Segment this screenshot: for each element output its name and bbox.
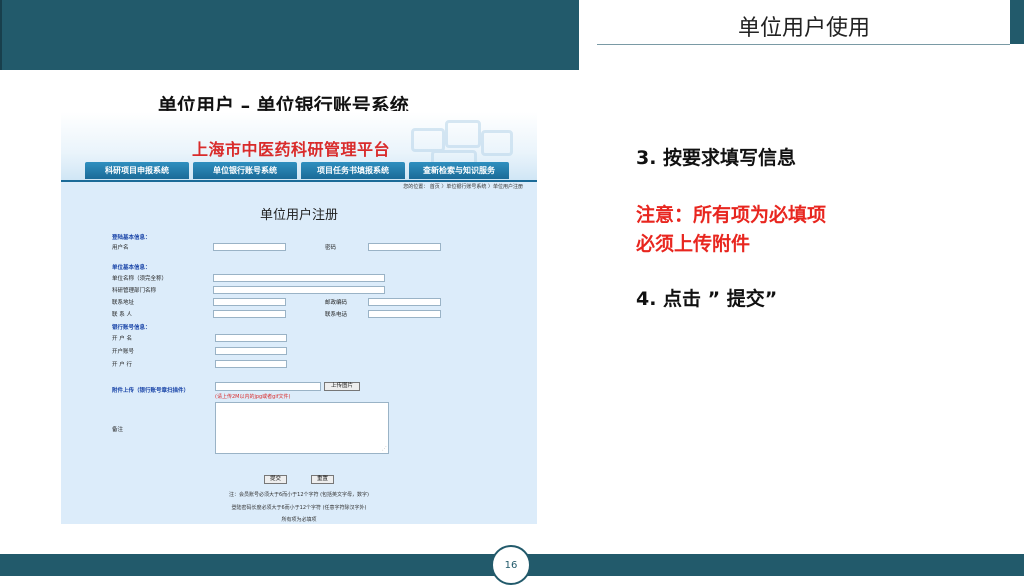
section-bank-label: 银行账号信息： [112, 325, 151, 331]
dept-input[interactable] [213, 286, 385, 294]
submit-button[interactable]: 提交 [264, 475, 287, 484]
account-no-label: 开户账号 [112, 349, 135, 355]
step-4-text: 4. 点击 ” 提交” [636, 288, 778, 310]
postcode-label: 邮政编码 [325, 300, 348, 306]
unit-name-input[interactable] [213, 274, 385, 282]
page-number-badge: 16 [491, 545, 531, 585]
section-unit-label: 单位基本信息： [112, 265, 151, 271]
contact-label: 联 系 人 [112, 312, 132, 318]
username-input[interactable] [213, 243, 286, 251]
banner-decoration [401, 116, 537, 168]
remark-textarea[interactable]: ⋰ [215, 402, 389, 454]
step-3-text: 3. 按要求填写信息 [636, 147, 797, 169]
upload-hint: (请上传2M以内的jpg或者gif文件) [215, 394, 291, 400]
account-no-input[interactable] [215, 347, 287, 355]
phone-input[interactable] [368, 310, 441, 318]
unit-name-label: 单位名称（须完全称） [112, 276, 168, 282]
address-label: 联系地址 [112, 300, 135, 306]
top-right-decor [1010, 0, 1024, 44]
slide-heading: 单位用户 – 单位银行账号系统 [158, 95, 409, 111]
bank-label: 开 户 行 [112, 362, 132, 368]
contact-input[interactable] [213, 310, 286, 318]
resize-grip-icon[interactable]: ⋰ [382, 447, 387, 452]
nav-item-task-book[interactable]: 项目任务书填报系统 [301, 162, 405, 179]
password-input[interactable] [368, 243, 441, 251]
account-name-input[interactable] [215, 334, 287, 342]
postcode-input[interactable] [368, 298, 441, 306]
attachment-label: 附件上传（银行账号章扫描件） [112, 388, 190, 394]
site-nav: 科研项目申报系统 单位银行账号系统 项目任务书填报系统 查新检索与知识服务 [83, 162, 535, 180]
nav-item-search-service[interactable]: 查新检索与知识服务 [409, 162, 509, 179]
breadcrumb: 您的位置： 首页 〉单位银行账号系统 〉单位用户注册 [403, 184, 523, 190]
password-label: 密码 [325, 245, 337, 251]
form-title: 单位用户注册 [259, 208, 338, 223]
note-required: 所有项为必填项 [281, 517, 317, 523]
warning-required-text: 注意：所有项为必填项 [636, 204, 827, 226]
page-number: 16 [504, 560, 518, 571]
note-password-rule: 登陆密码长度必须大于6而小于12个字符 (任意字符除汉字外) [231, 505, 367, 511]
site-title: 上海市中医药科研管理平台 [192, 140, 391, 159]
nav-item-bank-account[interactable]: 单位银行账号系统 [193, 162, 297, 179]
section-login-label: 登陆基本信息： [112, 235, 151, 241]
account-name-label: 开 户 名 [112, 336, 132, 342]
username-label: 用户名 [112, 245, 129, 251]
note-account-rule: 注：会员账号必须大于6而小于12个字符 (包括英文字母，数字) [228, 492, 370, 498]
embedded-screenshot: 上海市中医药科研管理平台 科研项目申报系统 单位银行账号系统 项目任务书填报系统… [61, 112, 537, 524]
bank-input[interactable] [215, 360, 287, 368]
dept-label: 科研管理部门名称 [112, 288, 157, 294]
slide-title-box: 单位用户使用 [597, 0, 1010, 45]
top-decor-band [0, 0, 579, 70]
phone-label: 联系电话 [325, 312, 348, 318]
nav-item-research-application[interactable]: 科研项目申报系统 [85, 162, 189, 179]
warning-attachment-text: 必须上传附件 [636, 233, 751, 255]
remark-label: 备注 [112, 427, 124, 433]
reset-button[interactable]: 重置 [311, 475, 334, 484]
slide-title: 单位用户使用 [737, 16, 870, 41]
upload-image-button[interactable]: 上传图片 [324, 382, 360, 391]
file-path-input[interactable] [215, 382, 321, 391]
nav-underline [61, 180, 537, 182]
address-input[interactable] [213, 298, 286, 306]
